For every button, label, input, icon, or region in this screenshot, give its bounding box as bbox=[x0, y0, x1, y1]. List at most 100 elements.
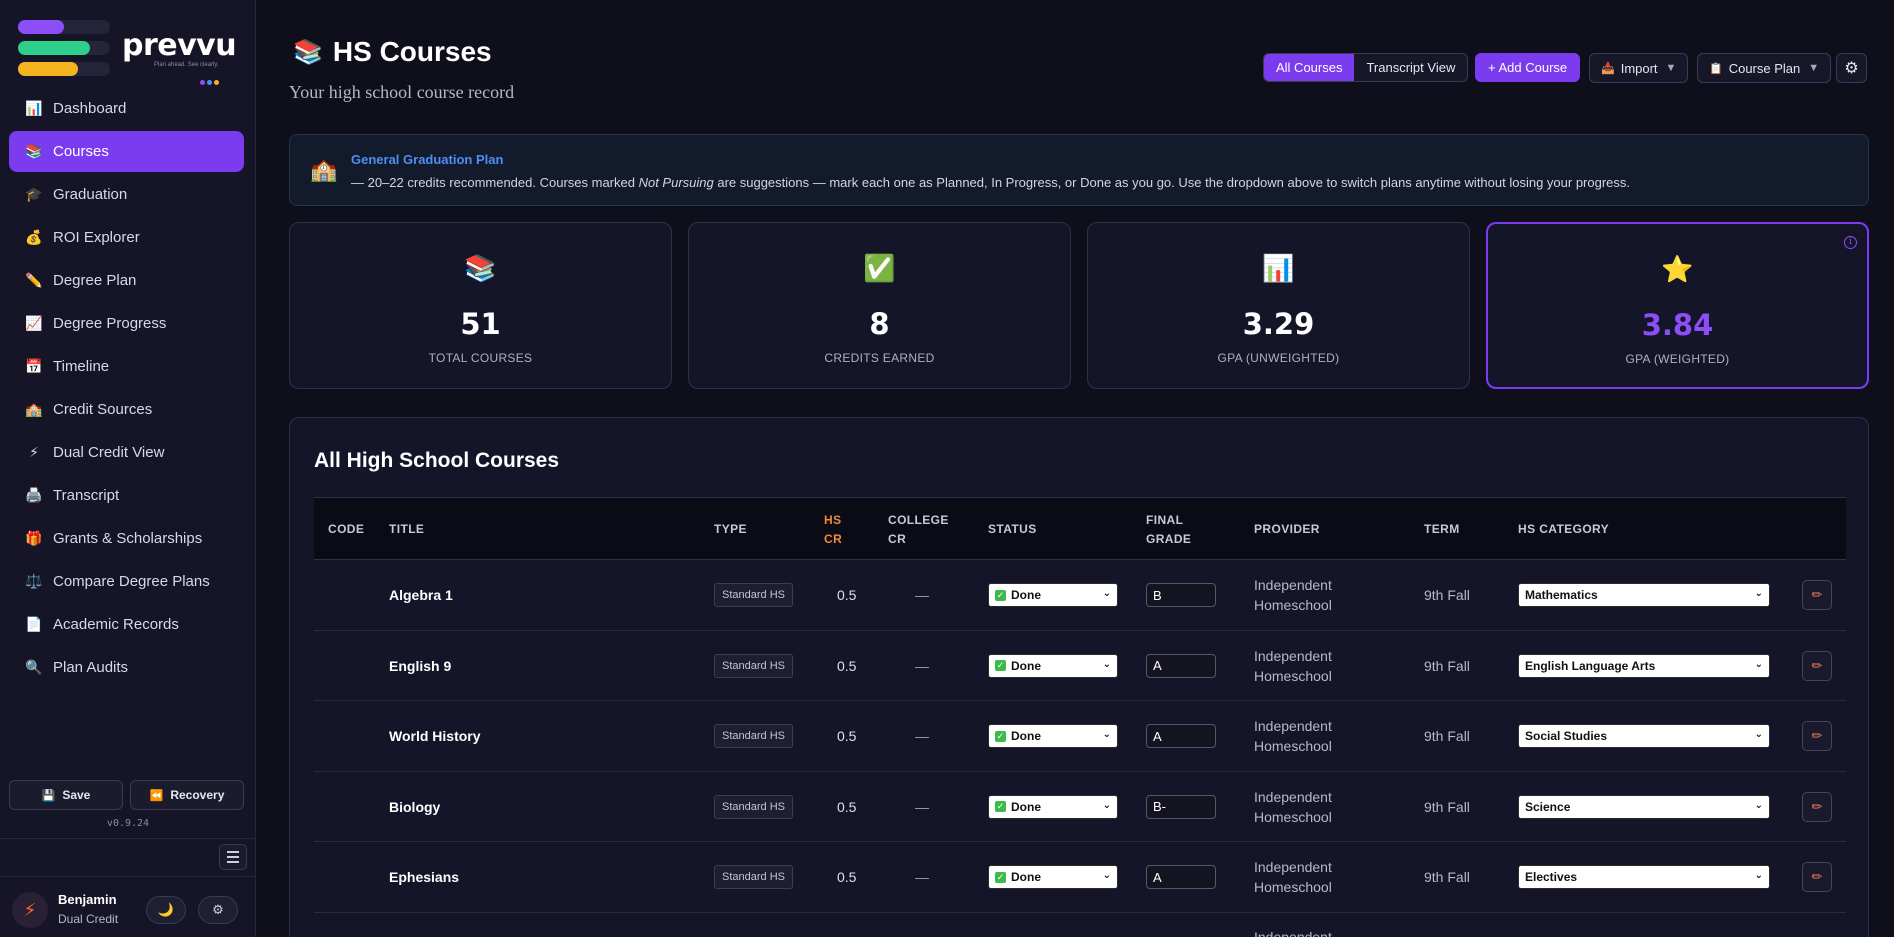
sidebar-item-transcript[interactable]: 🖨️ Transcript bbox=[9, 475, 244, 516]
hs-credits: 0.5 bbox=[837, 798, 857, 815]
document-icon: 📄 bbox=[25, 616, 43, 632]
caret-down-icon: ▼ bbox=[1665, 62, 1677, 74]
hs-category-select[interactable]: English Language Arts ⌄ bbox=[1518, 653, 1770, 678]
sidebar-item-label: Compare Degree Plans bbox=[53, 573, 210, 590]
logo-tagline: Plan ahead. See clearly. bbox=[154, 62, 219, 68]
sidebar-item-roi-explorer[interactable]: 💰 ROI Explorer bbox=[9, 217, 244, 258]
sidebar-item-timeline[interactable]: 📅 Timeline bbox=[9, 346, 244, 387]
banner-text: — 20–22 credits recommended. Courses mar… bbox=[351, 175, 1631, 190]
table-row[interactable]: Algebra 1 Standard HS 0.5 — ✓ Done ⌄ B Independe… bbox=[314, 560, 1846, 631]
check-mark-icon: ✓ bbox=[995, 801, 1006, 812]
stat-value: 3.29 bbox=[1242, 307, 1315, 341]
term: 9th Fall bbox=[1424, 728, 1470, 744]
col-hs-category[interactable]: HS CATEGORY bbox=[1518, 498, 1609, 561]
stat-total-courses: 📚 51 TOTAL COURSES bbox=[289, 222, 672, 389]
hs-category-select[interactable]: Mathematics ⌄ bbox=[1518, 583, 1770, 607]
course-title: English 9 bbox=[389, 657, 452, 674]
lightning-icon: ⚡ bbox=[29, 444, 39, 460]
final-grade-input[interactable]: A bbox=[1146, 865, 1216, 889]
hs-category-select[interactable]: Science ⌄ bbox=[1518, 794, 1770, 819]
sidebar-item-compare-degree-plans[interactable]: ⚖️ Compare Degree Plans bbox=[9, 561, 244, 602]
final-grade-input[interactable]: A bbox=[1146, 724, 1216, 748]
provider: Independent Homeschool bbox=[1254, 647, 1332, 684]
sidebar-item-academic-records[interactable]: 📄 Academic Records bbox=[9, 604, 244, 645]
col-hs-cr[interactable]: HS CR bbox=[824, 498, 842, 561]
balance-scale-icon: ⚖️ bbox=[25, 573, 43, 589]
banner-title-link[interactable]: General Graduation Plan bbox=[351, 152, 503, 167]
chevron-down-icon: ⌄ bbox=[1754, 799, 1763, 811]
info-icon[interactable]: i bbox=[1844, 236, 1857, 249]
user-profile[interactable]: ⚡ Benjamin Dual Credit 🌙 ⚙ bbox=[12, 890, 248, 930]
col-type[interactable]: TYPE bbox=[714, 498, 747, 561]
table-row[interactable]: Biology Standard HS 0.5 — ✓ Done ⌄ B- Independen… bbox=[314, 772, 1846, 842]
sidebar-item-degree-plan[interactable]: ✏️ Degree Plan bbox=[9, 260, 244, 301]
theme-toggle-button[interactable]: 🌙 bbox=[146, 896, 186, 924]
table-row[interactable]: Independent bbox=[314, 913, 1846, 937]
course-plan-dropdown[interactable]: 📋 Course Plan ▼ bbox=[1697, 53, 1832, 83]
table-body: Algebra 1 Standard HS 0.5 — ✓ Done ⌄ B Independe… bbox=[314, 560, 1846, 937]
sidebar-item-grants-scholarships[interactable]: 🎁 Grants & Scholarships bbox=[9, 518, 244, 559]
gift-icon: 🎁 bbox=[25, 530, 43, 546]
table-row[interactable]: English 9 Standard HS 0.5 — ✓ Done ⌄ A Independe… bbox=[314, 631, 1846, 701]
user-settings-button[interactable]: ⚙ bbox=[198, 896, 238, 924]
sidebar: prevvu Plan ahead. See clearly. 📊 Dashboa… bbox=[0, 0, 256, 937]
col-term[interactable]: TERM bbox=[1424, 498, 1460, 561]
save-button[interactable]: 💾 Save bbox=[9, 780, 123, 810]
stat-gpa-unweighted: 📊 3.29 GPA (UNWEIGHTED) bbox=[1087, 222, 1470, 389]
sidebar-item-label: Degree Plan bbox=[53, 272, 137, 289]
table-row[interactable]: World History Standard HS 0.5 — ✓ Done ⌄ A Indep… bbox=[314, 701, 1846, 772]
provider: Independent Homeschool bbox=[1254, 788, 1332, 825]
hs-category-select[interactable]: Electives ⌄ bbox=[1518, 865, 1770, 889]
table-row[interactable]: Ephesians Standard HS 0.5 — ✓ Done ⌄ A Independe… bbox=[314, 842, 1846, 913]
sidebar-item-plan-audits[interactable]: 🔍 Plan Audits bbox=[9, 647, 244, 688]
sidebar-item-credit-sources[interactable]: 🏫 Credit Sources bbox=[9, 389, 244, 430]
calendar-icon: 📅 bbox=[25, 358, 43, 374]
save-button-label: Save bbox=[62, 788, 91, 802]
page-settings-button[interactable]: ⚙ bbox=[1836, 53, 1867, 83]
provider: Independent Homeschool bbox=[1254, 577, 1332, 613]
edit-course-button[interactable]: ✏ bbox=[1802, 580, 1832, 610]
tab-all-courses[interactable]: All Courses bbox=[1264, 54, 1355, 81]
sidebar-item-graduation[interactable]: 🎓 Graduation bbox=[9, 174, 244, 215]
status-select[interactable]: ✓ Done ⌄ bbox=[988, 583, 1118, 607]
status-select[interactable]: ✓ Done ⌄ bbox=[988, 794, 1118, 819]
status-select[interactable]: ✓ Done ⌄ bbox=[988, 865, 1118, 889]
tab-transcript-view[interactable]: Transcript View bbox=[1354, 54, 1467, 81]
status-select[interactable]: ✓ Done ⌄ bbox=[988, 653, 1118, 678]
add-course-button[interactable]: + Add Course bbox=[1475, 53, 1581, 82]
col-final-grade[interactable]: FINAL GRADE bbox=[1146, 498, 1191, 561]
app-version: v0.9.24 bbox=[106, 818, 150, 829]
logo-bar-purple bbox=[18, 20, 64, 34]
import-dropdown[interactable]: 📥 Import ▼ bbox=[1589, 53, 1689, 83]
stat-label: TOTAL COURSES bbox=[428, 351, 533, 365]
main-content: 📚 HS Courses Your high school course rec… bbox=[257, 0, 1894, 937]
sidebar-item-dual-credit-view[interactable]: ⚡ Dual Credit View bbox=[9, 432, 244, 473]
header-toolbar: All Courses Transcript View + Add Course… bbox=[257, 53, 1894, 83]
final-grade-input[interactable]: A bbox=[1146, 653, 1216, 678]
edit-course-button[interactable]: ✏ bbox=[1802, 862, 1832, 892]
edit-course-button[interactable]: ✏ bbox=[1802, 791, 1832, 822]
col-provider[interactable]: PROVIDER bbox=[1254, 498, 1320, 561]
user-name: Benjamin bbox=[58, 892, 117, 907]
sidebar-item-degree-progress[interactable]: 📈 Degree Progress bbox=[9, 303, 244, 344]
sidebar-item-dashboard[interactable]: 📊 Dashboard bbox=[9, 88, 244, 129]
trend-chart-icon: 📈 bbox=[25, 315, 43, 331]
app-logo[interactable]: prevvu Plan ahead. See clearly. bbox=[18, 16, 237, 85]
col-college-cr[interactable]: COLLEGE CR bbox=[888, 498, 949, 561]
chevron-down-icon: ⌄ bbox=[1754, 729, 1763, 740]
final-grade-input[interactable]: B- bbox=[1146, 794, 1216, 819]
sidebar-item-courses[interactable]: 📚 Courses bbox=[9, 131, 244, 172]
floppy-disk-icon: 💾 bbox=[41, 789, 56, 802]
final-grade-input[interactable]: B bbox=[1146, 583, 1216, 607]
col-title[interactable]: TITLE bbox=[389, 498, 424, 561]
edit-course-button[interactable]: ✏ bbox=[1802, 721, 1832, 751]
hs-category-select[interactable]: Social Studies ⌄ bbox=[1518, 724, 1770, 748]
hs-credits: 0.5 bbox=[837, 587, 857, 603]
col-code[interactable]: CODE bbox=[328, 498, 364, 561]
status-select[interactable]: ✓ Done ⌄ bbox=[988, 724, 1118, 748]
edit-course-button[interactable]: ✏ bbox=[1802, 650, 1832, 681]
printer-icon: 🖨️ bbox=[25, 487, 43, 503]
col-status[interactable]: STATUS bbox=[988, 498, 1037, 561]
menu-toggle-button[interactable] bbox=[219, 844, 247, 870]
recovery-button[interactable]: ⏪ Recovery bbox=[130, 780, 244, 810]
